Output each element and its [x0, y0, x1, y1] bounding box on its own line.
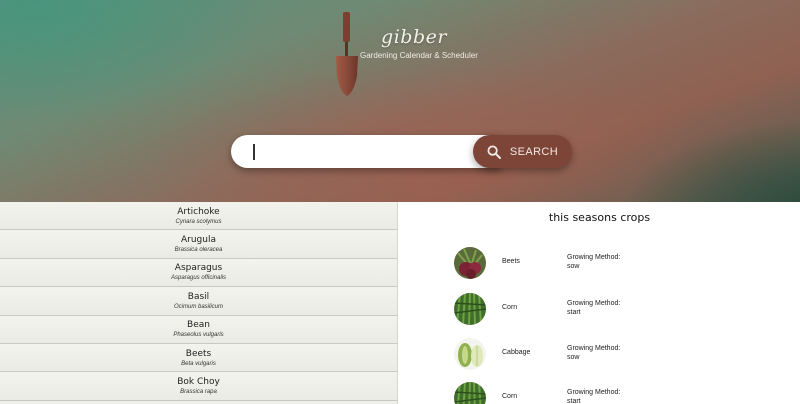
- growing-method-value: start: [567, 309, 581, 316]
- plant-name: Artichoke: [177, 206, 220, 217]
- plant-scientific-name: Asparagus officinalis: [170, 275, 227, 282]
- search-bar: SEARCH: [231, 135, 572, 168]
- growing-method: Growing Method: sow: [567, 344, 620, 362]
- plant-scientific-name: Brassica rapa: [180, 389, 217, 396]
- brand: gibber Gardening Calendar & Scheduler: [360, 26, 478, 60]
- plant-list-item[interactable]: Arugula Brassica oleracea: [0, 230, 397, 259]
- corn-photo: [454, 293, 486, 325]
- growing-method-value: sow: [567, 263, 580, 270]
- crop-row[interactable]: Beets Growing Method: sow: [399, 247, 800, 279]
- crop-name: Corn: [502, 304, 518, 311]
- hero-banner: gibber Gardening Calendar & Scheduler SE…: [0, 0, 800, 202]
- plant-scientific-name: Beta vulgaris: [181, 360, 216, 367]
- growing-method-label: Growing Method:: [567, 254, 621, 261]
- plant-list-item[interactable]: Basil Ocimum basilicum: [0, 287, 397, 316]
- plant-scientific-name: Cynara scolymus: [175, 218, 222, 225]
- plant-name: Beets: [185, 348, 212, 359]
- crop-name: Corn: [502, 393, 518, 400]
- plant-name: Bok Choy: [177, 377, 220, 388]
- crop-row[interactable]: Cabbage Growing Method: sow: [399, 338, 800, 370]
- search-button-label: SEARCH: [509, 145, 559, 158]
- plant-name: Asparagus: [174, 263, 223, 274]
- plant-scientific-name: Ocimum basilicum: [173, 303, 223, 310]
- seasonal-crops-panel: this seasons crops Beets Growing Method:…: [399, 202, 800, 404]
- growing-method-label: Growing Method:: [567, 389, 621, 396]
- brand-name[interactable]: gibber: [364, 26, 464, 48]
- crop-name: Beets: [502, 258, 520, 265]
- beets-photo: [454, 247, 486, 279]
- search-icon: [487, 145, 501, 159]
- plant-list-item[interactable]: Bok Choy Brassica rapa: [0, 372, 397, 401]
- plant-list: Artichoke Cynara scolymus Arugula Brassi…: [0, 202, 398, 404]
- plant-scientific-name: Brassica oleracea: [174, 247, 223, 254]
- plant-list-item[interactable]: Bean Phaseolus vulgaris: [0, 315, 397, 344]
- plant-list-item[interactable]: Beets Beta vulgaris: [0, 343, 397, 373]
- trowel-logo-icon: [336, 12, 358, 96]
- growing-method: Growing Method: start: [567, 299, 620, 317]
- plant-name: Arugula: [181, 235, 216, 246]
- search-input[interactable]: [231, 135, 501, 168]
- crops-title: this seasons crops: [548, 211, 651, 224]
- cabbage-photo: [454, 338, 486, 370]
- growing-method-value: start: [567, 398, 581, 404]
- crop-row[interactable]: Corn Growing Method: start: [399, 293, 800, 325]
- plant-name: Basil: [187, 291, 210, 302]
- plant-list-item[interactable]: Asparagus Asparagus officinalis: [0, 258, 397, 288]
- text-cursor: [253, 144, 255, 160]
- growing-method-value: sow: [567, 354, 580, 361]
- crop-name: Cabbage: [502, 349, 531, 356]
- brand-tagline: Gardening Calendar & Scheduler: [360, 51, 478, 60]
- growing-method-label: Growing Method:: [567, 345, 621, 352]
- growing-method: Growing Method: sow: [567, 253, 620, 271]
- crop-row[interactable]: Corn Growing Method: start: [399, 382, 800, 404]
- plant-name: Bean: [187, 320, 210, 331]
- growing-method: Growing Method: start: [567, 388, 620, 404]
- plant-scientific-name: Phaseolus vulgaris: [173, 332, 224, 339]
- plant-list-item[interactable]: Artichoke Cynara scolymus: [0, 202, 397, 231]
- search-button[interactable]: SEARCH: [473, 135, 572, 168]
- corn-photo: [454, 382, 486, 404]
- growing-method-label: Growing Method:: [567, 300, 621, 307]
